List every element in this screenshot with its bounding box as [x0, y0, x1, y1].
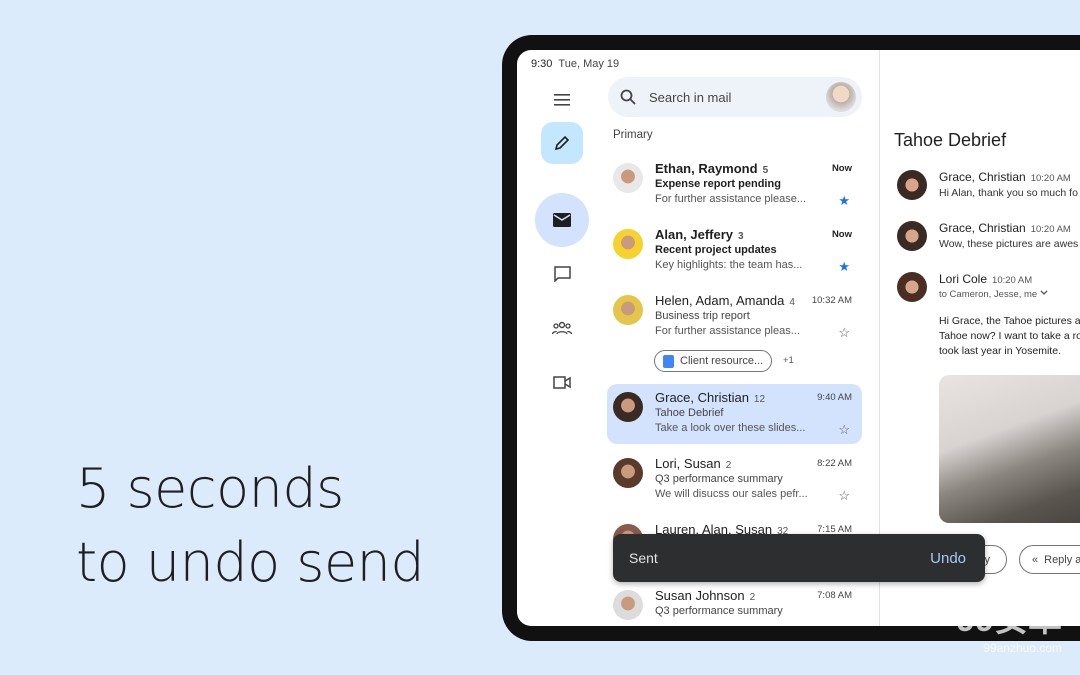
nav-mail[interactable] — [535, 193, 589, 247]
snackbar-text: Sent — [629, 550, 658, 566]
sender-avatar — [613, 590, 643, 620]
message-snippet: Wow, these pictures are awes — [939, 238, 1079, 250]
email-row[interactable]: Grace, Christian 12 9:40 AM Tahoe Debrief… — [607, 384, 862, 444]
message-snippet: to Cameron, Jesse, me — [939, 289, 1038, 300]
sender-avatar — [613, 229, 643, 259]
thread-count: 2 — [749, 592, 756, 603]
reply-all-button[interactable]: «Reply a — [1019, 545, 1080, 574]
email-subject: Q3 performance summary — [655, 605, 783, 617]
email-row[interactable]: Lori, Susan 2 8:22 AM Q3 performance summ… — [607, 450, 862, 510]
email-time: 10:32 AM — [811, 295, 852, 306]
status-bar: 9:30 Tue, May 19 — [531, 58, 620, 70]
thread-title: Tahoe Debrief — [894, 130, 1007, 150]
email-preview: For further assistance please... — [655, 193, 807, 205]
compose-button[interactable] — [541, 122, 583, 164]
sender-name: Alan, Jeffery — [655, 227, 734, 242]
message-snippet: Hi Alan, thank you so much fo — [939, 187, 1078, 199]
message-body: Hi Grace, the Tahoe pictures a Tahoe now?… — [939, 315, 1080, 357]
nav-meet[interactable] — [550, 370, 574, 394]
star-icon[interactable]: ☆ — [838, 422, 850, 438]
thread-count: 4 — [789, 297, 795, 308]
sender-avatar — [897, 170, 927, 200]
email-row[interactable]: Ethan, Raymond 5 Now Expense report pendi… — [607, 155, 862, 215]
email-subject: Q3 performance summary — [655, 473, 783, 485]
snackbar: Sent Undo — [613, 534, 985, 582]
search-input[interactable]: Search in mail — [649, 90, 731, 105]
email-preview: Key highlights: the team has... — [655, 259, 803, 271]
chat-icon — [553, 266, 571, 282]
photo-attachment[interactable] — [939, 375, 1080, 523]
thread-count: 2 — [725, 460, 732, 471]
sender-name: Helen, Adam, Amanda — [655, 293, 785, 308]
thread-count: 12 — [753, 394, 766, 405]
email-preview: We will disucss our sales pefr... — [655, 488, 808, 500]
undo-button[interactable]: Undo — [930, 550, 966, 567]
email-subject: Recent project updates — [655, 244, 777, 256]
email-time: Now — [831, 163, 852, 174]
search-bar[interactable]: Search in mail — [608, 77, 862, 117]
thread-count: 5 — [762, 165, 769, 176]
thread-count: 3 — [738, 231, 744, 242]
doc-icon — [663, 354, 674, 368]
sender-avatar — [613, 295, 643, 325]
sender-name: Ethan, Raymond — [655, 161, 758, 176]
star-icon[interactable]: ★ — [838, 193, 850, 209]
sender-avatar — [613, 163, 643, 193]
email-preview: Take a look over these slides... — [655, 422, 806, 434]
account-avatar[interactable] — [826, 82, 856, 112]
email-subject: Business trip report — [655, 310, 750, 322]
reply-all-icon: « — [1032, 553, 1039, 566]
sender-name: Grace, Christian — [655, 390, 749, 405]
sender-avatar — [613, 458, 643, 488]
email-subject: Tahoe Debrief — [655, 407, 724, 419]
star-icon[interactable]: ☆ — [838, 488, 850, 504]
email-row[interactable]: Alan, Jeffery 3 Now Recent project update… — [607, 221, 862, 281]
pencil-icon — [554, 135, 570, 151]
star-icon[interactable]: ★ — [838, 259, 850, 275]
star-icon[interactable]: ☆ — [838, 325, 850, 341]
email-time: 7:08 AM — [817, 590, 852, 601]
email-subject: Expense report pending — [655, 178, 781, 190]
menu-icon[interactable] — [550, 88, 574, 112]
people-icon — [552, 321, 572, 335]
nav-chat[interactable] — [550, 262, 574, 286]
video-icon — [553, 375, 571, 389]
attachment-chip[interactable]: Client resource... — [654, 350, 772, 372]
email-time: 8:22 AM — [817, 458, 852, 469]
search-icon — [620, 89, 636, 105]
nav-spaces[interactable] — [550, 316, 574, 340]
sender-avatar — [613, 392, 643, 422]
email-row[interactable]: Susan Johnson 2 7:08 AM Q3 performance su… — [607, 582, 862, 626]
email-row[interactable]: Helen, Adam, Amanda 4 10:32 AM Business t… — [607, 287, 862, 379]
email-preview: For further assistance pleas... — [655, 325, 800, 337]
gmail-screen: 9:30 Tue, May 19 Search in mail Primary E… — [517, 50, 1080, 626]
section-label: Primary — [613, 129, 653, 141]
sender-avatar — [897, 221, 927, 251]
mail-icon — [553, 213, 571, 227]
email-time: Now — [831, 229, 852, 240]
email-time: 9:40 AM — [817, 392, 852, 403]
sender-name: Susan Johnson — [655, 588, 745, 603]
more-attachments: +1 — [783, 355, 794, 366]
headline: 5 seconds to undo send — [76, 457, 425, 594]
sender-name: Lori, Susan — [655, 456, 721, 471]
watermark: 99安卓 99anzhuo.com — [956, 601, 1062, 655]
sender-avatar — [897, 272, 927, 302]
chevron-down-icon[interactable] — [1040, 290, 1048, 296]
